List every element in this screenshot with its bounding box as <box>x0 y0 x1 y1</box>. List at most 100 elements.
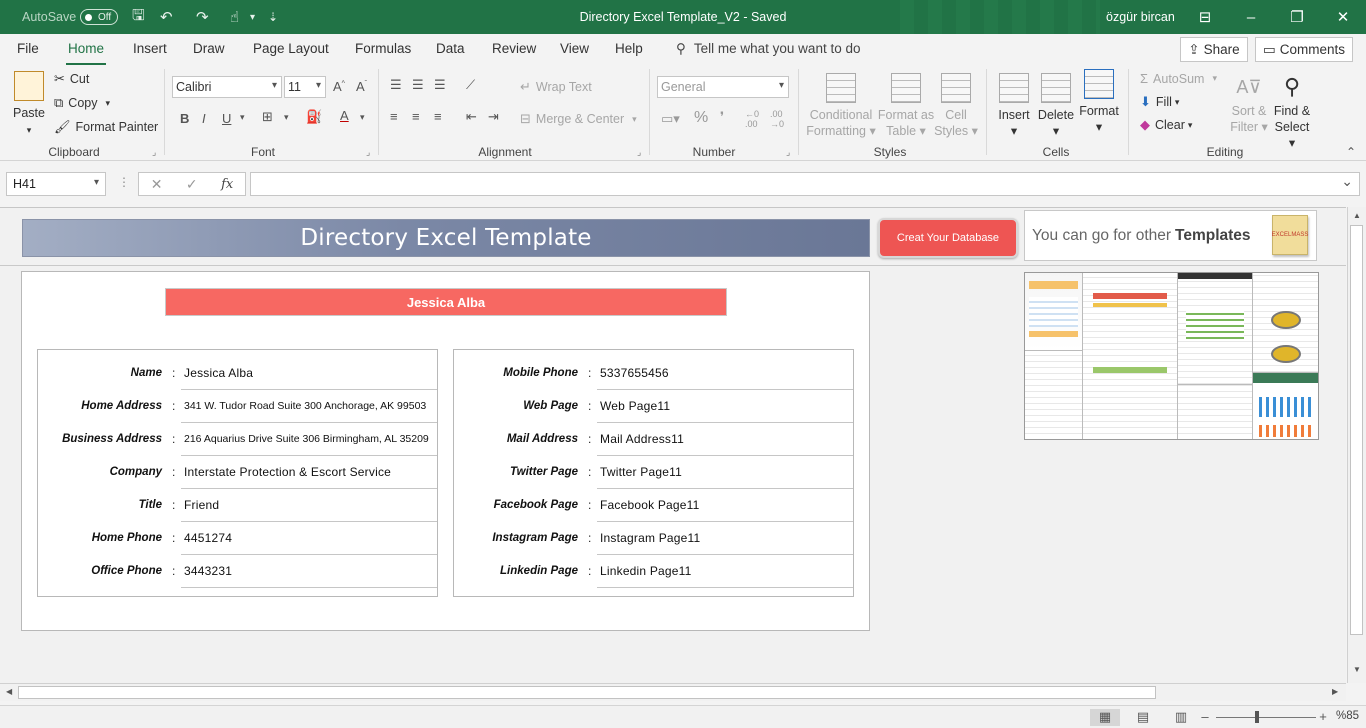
font-color-dropdown-icon[interactable]: ▾ <box>360 112 365 123</box>
align-right-icon[interactable]: ≡ <box>434 109 442 124</box>
merge-center-button[interactable]: ⊟ Merge & Center ▾ <box>520 111 637 127</box>
comma-icon[interactable]: ❜ <box>720 109 724 125</box>
cancel-icon[interactable]: ✕ <box>151 176 163 193</box>
customize-qat-icon[interactable]: ⇣ <box>268 0 278 34</box>
undo-icon[interactable]: ↶ <box>160 0 173 34</box>
zoom-slider-track[interactable] <box>1216 717 1316 718</box>
tab-home[interactable]: Home <box>65 41 107 66</box>
field-value[interactable]: Friend <box>184 489 219 522</box>
field-value[interactable]: Twitter Page11 <box>600 456 682 489</box>
tab-review[interactable]: Review <box>492 41 536 56</box>
fill-button[interactable]: ⬇ Fill ▾ <box>1140 94 1179 110</box>
bold-icon[interactable]: B <box>180 111 189 126</box>
increase-font-icon[interactable]: A^ <box>333 79 345 94</box>
touch-dropdown-icon[interactable]: ▾ <box>250 0 255 34</box>
format-as-table-button[interactable]: Format as Table ▾ <box>876 73 936 139</box>
tab-page-layout[interactable]: Page Layout <box>253 41 329 56</box>
vertical-scroll-thumb[interactable] <box>1350 225 1363 635</box>
tab-insert[interactable]: Insert <box>133 41 167 56</box>
field-value[interactable]: Jessica Alba <box>184 357 253 390</box>
vertical-scrollbar[interactable]: ▲ ▼ <box>1347 207 1366 683</box>
field-value[interactable]: 3443231 <box>184 555 232 588</box>
scroll-right-icon[interactable]: ▶ <box>1332 687 1338 696</box>
normal-view-icon[interactable]: ▦ <box>1090 709 1120 726</box>
tab-view[interactable]: View <box>560 41 589 56</box>
clear-button[interactable]: ◆ Clear ▾ <box>1140 117 1192 133</box>
field-value[interactable]: Instagram Page11 <box>600 522 700 555</box>
align-bottom-icon[interactable]: ☰ <box>434 77 446 93</box>
tab-help[interactable]: Help <box>615 41 643 56</box>
font-size-select[interactable]: 11 <box>284 76 326 98</box>
increase-indent-icon[interactable]: ⇥ <box>488 109 499 125</box>
tell-me-box[interactable]: ⚲ Tell me what you want to do <box>676 41 860 57</box>
field-value[interactable]: Linkedin Page11 <box>600 555 692 588</box>
collapse-ribbon-icon[interactable]: ⌃ <box>1346 145 1356 159</box>
font-color-icon[interactable]: A <box>340 108 349 123</box>
format-cells-button[interactable]: Format ▾ <box>1078 69 1120 135</box>
borders-icon[interactable]: ⊞ <box>262 109 273 125</box>
zoom-level[interactable]: %85 <box>1336 710 1359 722</box>
find-select-button[interactable]: ⚲ Find & Select ▾ <box>1270 71 1314 151</box>
field-value[interactable]: 4451274 <box>184 522 232 555</box>
wrap-text-button[interactable]: ↵ Wrap Text <box>520 79 592 95</box>
field-value[interactable]: Mail Address11 <box>600 423 684 456</box>
field-value[interactable]: 5337655456 <box>600 357 669 390</box>
insert-function-button[interactable]: fx <box>221 177 233 192</box>
horizontal-scroll-thumb[interactable] <box>18 686 1156 699</box>
format-painter-button[interactable]: 🖌 Format Painter <box>54 119 158 135</box>
borders-dropdown-icon[interactable]: ▾ <box>284 112 289 123</box>
clipboard-launcher-icon[interactable]: ⌟ <box>152 147 156 158</box>
fill-color-icon[interactable]: ⛽ <box>306 109 322 125</box>
font-name-select[interactable]: Calibri <box>172 76 282 98</box>
decrease-decimal-icon[interactable]: .00 →0 <box>770 109 784 129</box>
field-value[interactable]: Web Page11 <box>600 390 670 423</box>
template-preview-images[interactable] <box>1024 272 1319 440</box>
create-database-button[interactable]: Creat Your Database <box>878 218 1018 258</box>
copy-button[interactable]: ⧉ Copy ▾ <box>54 95 110 111</box>
cell-styles-button[interactable]: Cell Styles ▾ <box>934 73 978 139</box>
underline-dropdown-icon[interactable]: ▾ <box>240 112 245 123</box>
italic-icon[interactable]: I <box>202 111 206 126</box>
formula-input[interactable] <box>250 172 1360 196</box>
name-box[interactable]: H41 <box>6 172 106 196</box>
paste-button[interactable]: Paste ▾ <box>10 71 48 138</box>
align-top-icon[interactable]: ☰ <box>390 77 402 93</box>
conditional-formatting-button[interactable]: Conditional Formatting ▾ <box>806 73 876 139</box>
user-name[interactable]: özgür bircan <box>1106 0 1175 34</box>
page-break-view-icon[interactable]: ▥ <box>1166 709 1196 726</box>
field-value[interactable]: 341 W. Tudor Road Suite 300 Anchorage, A… <box>184 390 426 423</box>
scroll-up-icon[interactable]: ▲ <box>1353 211 1361 220</box>
autosave-toggle[interactable]: Off <box>80 9 118 25</box>
scroll-down-icon[interactable]: ▼ <box>1353 665 1361 674</box>
field-value[interactable]: 216 Aquarius Drive Suite 306 Birmingham,… <box>184 423 429 456</box>
increase-decimal-icon[interactable]: ←0.00 <box>745 109 759 129</box>
zoom-out-icon[interactable]: – <box>1196 709 1214 726</box>
field-value[interactable]: Facebook Page11 <box>600 489 700 522</box>
redo-icon[interactable]: ↷ <box>196 0 209 34</box>
scroll-left-icon[interactable]: ◀ <box>6 687 12 696</box>
save-icon[interactable]: 🖫 <box>132 0 145 34</box>
number-launcher-icon[interactable]: ⌟ <box>786 147 790 158</box>
percent-icon[interactable]: % <box>694 109 708 127</box>
enter-icon[interactable]: ✓ <box>186 176 198 193</box>
decrease-font-icon[interactable]: Aˇ <box>356 79 367 94</box>
insert-cells-button[interactable]: Insert ▾ <box>994 73 1034 139</box>
field-value[interactable]: Interstate Protection & Escort Service <box>184 456 391 489</box>
number-format-select[interactable]: General <box>657 76 789 98</box>
orientation-icon[interactable]: ⟋ <box>466 77 475 93</box>
cut-button[interactable]: ✂ Cut <box>54 71 89 87</box>
close-icon[interactable]: ✕ <box>1320 0 1366 34</box>
zoom-slider-thumb[interactable] <box>1255 711 1259 723</box>
ribbon-display-icon[interactable]: ⊟ <box>1182 0 1228 34</box>
tab-draw[interactable]: Draw <box>193 41 225 56</box>
accounting-icon[interactable]: ▭▾ <box>661 111 680 127</box>
minimize-icon[interactable]: – <box>1228 0 1274 34</box>
templates-link[interactable]: You can go for other Templates EXCELMASS <box>1024 210 1317 261</box>
delete-cells-button[interactable]: Delete ▾ <box>1036 73 1076 139</box>
autosum-button[interactable]: Σ AutoSum ▾ <box>1140 71 1217 86</box>
align-left-icon[interactable]: ≡ <box>390 109 398 124</box>
tab-data[interactable]: Data <box>436 41 465 56</box>
worksheet[interactable]: Directory Excel Template Creat Your Data… <box>0 207 1346 683</box>
page-layout-view-icon[interactable]: ▤ <box>1128 709 1158 726</box>
decrease-indent-icon[interactable]: ⇤ <box>466 109 477 125</box>
